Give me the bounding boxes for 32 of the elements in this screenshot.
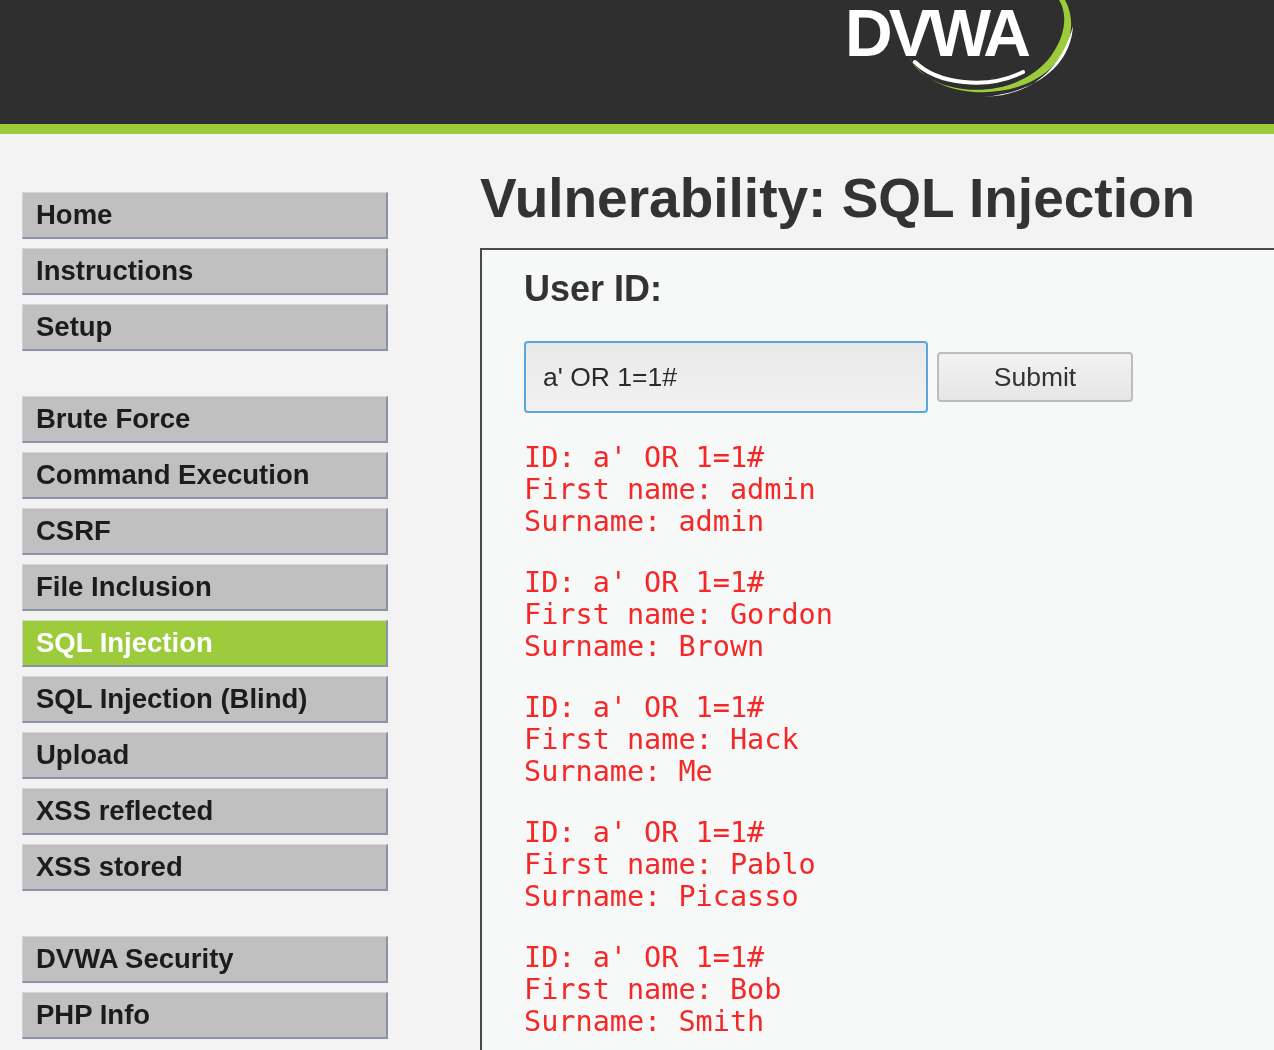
menu-item[interactable]: Command Execution xyxy=(22,452,388,499)
result-line: First name: Pablo xyxy=(524,849,817,881)
result-line: Surname: Picasso xyxy=(524,881,800,913)
result-line: ID: a' OR 1=1# xyxy=(524,942,766,974)
result-line: First name: Bob xyxy=(524,974,783,1006)
result-line: Surname: Smith xyxy=(524,1006,766,1038)
menu-item[interactable]: Setup xyxy=(22,304,388,351)
result-line: ID: a' OR 1=1# xyxy=(524,817,766,849)
menu-item[interactable]: SQL Injection (Blind) xyxy=(22,676,388,723)
menu-item[interactable]: DVWA Security xyxy=(22,936,388,983)
result-line: First name: Hack xyxy=(524,724,800,756)
menu-item[interactable]: XSS reflected xyxy=(22,788,388,835)
menu-item[interactable]: Brute Force xyxy=(22,396,388,443)
page-title: Vulnerability: SQL Injection xyxy=(480,167,1197,230)
menu-item[interactable]: XSS stored xyxy=(22,844,388,891)
menu-item[interactable]: File Inclusion xyxy=(22,564,388,611)
user-id-field[interactable]: a' OR 1=1# xyxy=(524,341,928,413)
result-line: First name: Gordon xyxy=(524,599,834,631)
menu-item[interactable]: PHP Info xyxy=(22,992,388,1039)
result-line: Surname: Brown xyxy=(524,631,766,663)
result-line: ID: a' OR 1=1# xyxy=(524,567,766,599)
menu-item[interactable]: Instructions xyxy=(22,248,388,295)
menu-item[interactable]: Upload xyxy=(22,732,388,779)
user-id-label: User ID: xyxy=(524,268,664,310)
result-line: ID: a' OR 1=1# xyxy=(524,692,766,724)
result-line: ID: a' OR 1=1# xyxy=(524,442,766,474)
result-line: Surname: Me xyxy=(524,756,714,788)
result-line: First name: admin xyxy=(524,474,817,506)
submit-button[interactable]: Submit xyxy=(937,352,1133,402)
menu-item[interactable]: CSRF xyxy=(22,508,388,555)
menu-item[interactable]: Home xyxy=(22,192,388,239)
result-line: Surname: admin xyxy=(524,506,766,538)
